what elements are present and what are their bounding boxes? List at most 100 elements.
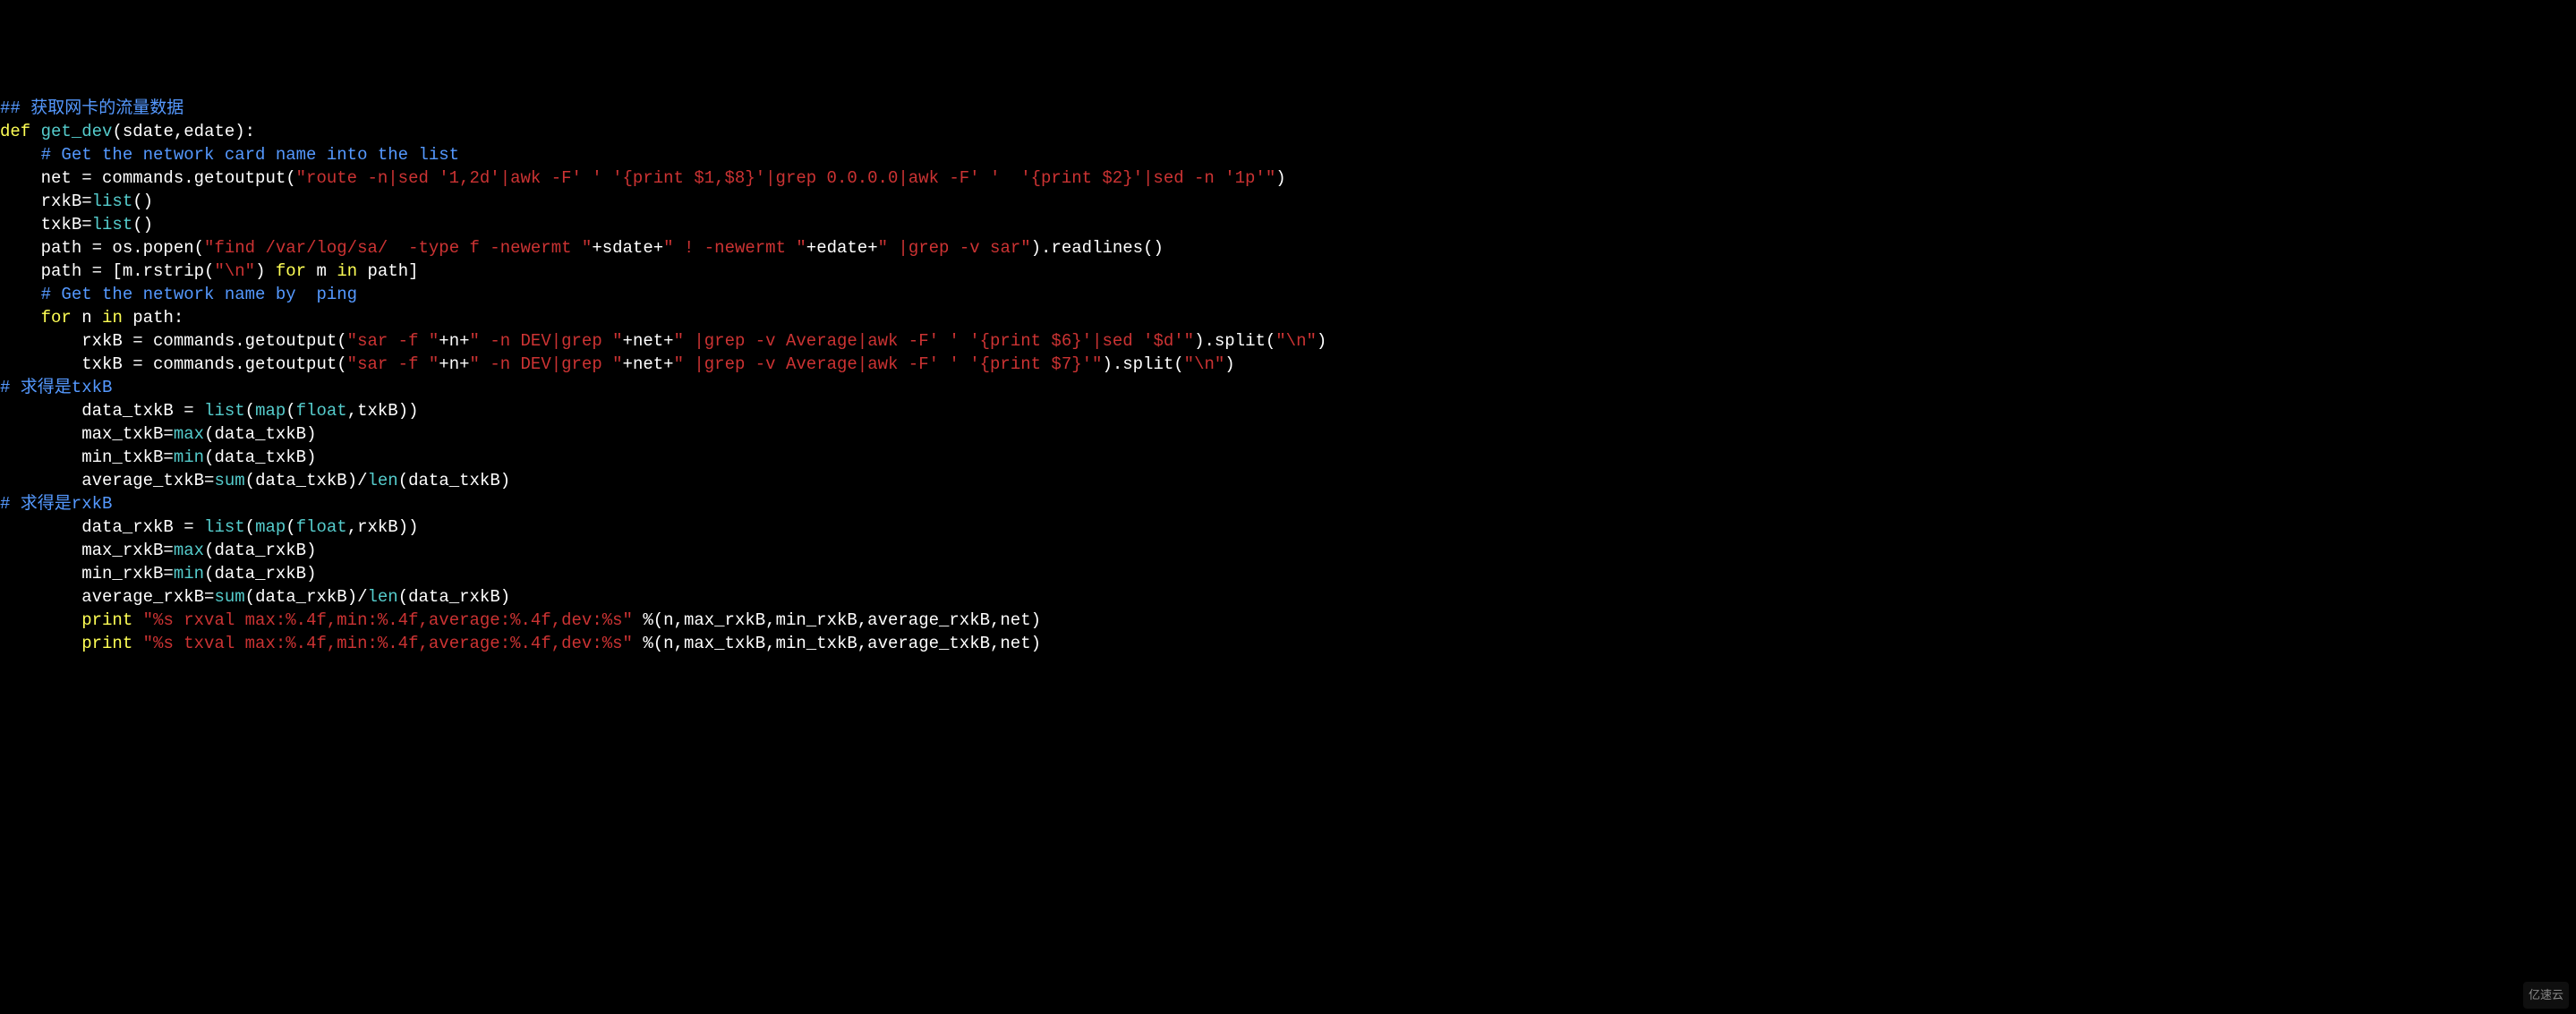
code-line: # Get the network card name into the lis… — [0, 143, 2576, 166]
code-token: ) — [255, 261, 276, 281]
code-token: "\n" — [1275, 331, 1317, 351]
code-token: ## 获取网卡的流量数据 — [0, 98, 183, 118]
indent — [0, 331, 81, 351]
code-token: map — [255, 401, 286, 421]
code-token: path = [m.rstrip( — [41, 261, 215, 281]
code-line: def get_dev(sdate,edate): — [0, 120, 2576, 143]
indent — [0, 308, 41, 328]
code-token: sum — [214, 471, 244, 490]
code-token: (data_txkB) — [398, 471, 510, 490]
code-token: net = commands.getoutput( — [41, 168, 296, 188]
code-token: max — [174, 424, 204, 444]
code-token: float — [296, 517, 347, 537]
code-token: "sar -f " — [347, 331, 439, 351]
code-token: ) — [1275, 168, 1285, 188]
code-token — [132, 610, 142, 630]
code-token: max — [174, 541, 204, 560]
code-token: data_rxkB = — [81, 517, 204, 537]
code-token: ( — [286, 517, 295, 537]
indent — [0, 517, 81, 537]
code-token: %(n,max_rxkB,min_rxkB,average_rxkB,net) — [633, 610, 1041, 630]
code-token: ,txkB)) — [347, 401, 419, 421]
code-token: # 求得是txkB — [0, 378, 112, 397]
code-token: "sar -f " — [347, 354, 439, 374]
code-token: ( — [286, 401, 295, 421]
code-token: print — [81, 610, 132, 630]
code-token: "%s rxval max:%.4f,min:%.4f,average:%.4f… — [143, 610, 633, 630]
code-token: max_rxkB= — [81, 541, 174, 560]
code-token: " |grep -v Average|awk -F' ' '{print $7}… — [674, 354, 1103, 374]
code-token: in — [102, 308, 123, 328]
code-token: rxkB= — [41, 192, 92, 211]
code-line: # 求得是txkB — [0, 376, 2576, 399]
code-token — [132, 634, 142, 653]
code-token: (data_txkB) — [204, 447, 316, 467]
code-line: ## 获取网卡的流量数据 — [0, 97, 2576, 120]
code-line: print "%s rxval max:%.4f,min:%.4f,averag… — [0, 609, 2576, 632]
code-token: "\n" — [1184, 354, 1225, 374]
code-token: %(n,max_txkB,min_txkB,average_txkB,net) — [633, 634, 1041, 653]
indent — [0, 587, 81, 607]
indent — [0, 447, 81, 467]
code-block: ## 获取网卡的流量数据def get_dev(sdate,edate): # … — [0, 93, 2576, 659]
code-token: (data_rxkB) — [204, 564, 316, 584]
code-line: path = os.popen("find /var/log/sa/ -type… — [0, 236, 2576, 260]
code-token: (sdate,edate): — [112, 122, 255, 141]
code-token: (data_txkB)/ — [245, 471, 368, 490]
code-token: min_txkB= — [81, 447, 174, 467]
code-token: "%s txval max:%.4f,min:%.4f,average:%.4f… — [143, 634, 633, 653]
code-line: for n in path: — [0, 306, 2576, 329]
code-token: +n+ — [439, 331, 469, 351]
code-token: float — [296, 401, 347, 421]
code-token: map — [255, 517, 286, 537]
code-line: average_txkB=sum(data_txkB)/len(data_txk… — [0, 469, 2576, 492]
watermark-badge: 亿速云 — [2523, 982, 2569, 1009]
code-token: data_txkB = — [81, 401, 204, 421]
indent — [0, 354, 81, 374]
code-token: len — [368, 587, 398, 607]
code-line: # Get the network name by ping — [0, 283, 2576, 306]
code-token: +net+ — [623, 354, 674, 374]
code-token: +edate+ — [806, 238, 878, 258]
code-line: net = commands.getoutput("route -n|sed '… — [0, 166, 2576, 190]
code-line: rxkB = commands.getoutput("sar -f "+n+" … — [0, 329, 2576, 353]
code-line: data_txkB = list(map(float,txkB)) — [0, 399, 2576, 422]
code-token: +net+ — [623, 331, 674, 351]
code-token: def — [0, 122, 30, 141]
code-token: (data_rxkB) — [398, 587, 510, 607]
code-token: "route -n|sed '1,2d'|awk -F' ' '{print $… — [296, 168, 1276, 188]
code-token: print — [81, 634, 132, 653]
code-token: ,rxkB)) — [347, 517, 419, 537]
code-token: (data_txkB) — [204, 424, 316, 444]
code-token: len — [368, 471, 398, 490]
code-token: path = os.popen( — [41, 238, 204, 258]
code-line: average_rxkB=sum(data_rxkB)/len(data_rxk… — [0, 585, 2576, 609]
code-token: average_txkB= — [81, 471, 214, 490]
code-token: () — [132, 215, 153, 234]
code-token: ).split( — [1102, 354, 1183, 374]
indent — [0, 634, 81, 653]
code-token: average_rxkB= — [81, 587, 214, 607]
indent — [0, 238, 41, 258]
code-token: (data_rxkB) — [204, 541, 316, 560]
indent — [0, 471, 81, 490]
code-token: path: — [123, 308, 183, 328]
code-line: txkB=list() — [0, 213, 2576, 236]
code-token: " -n DEV|grep " — [470, 331, 623, 351]
indent — [0, 168, 41, 188]
code-token: ) — [1317, 331, 1326, 351]
code-line: max_rxkB=max(data_rxkB) — [0, 539, 2576, 562]
indent — [0, 192, 41, 211]
code-line: txkB = commands.getoutput("sar -f "+n+" … — [0, 353, 2576, 376]
code-token: ) — [1224, 354, 1234, 374]
indent — [0, 285, 41, 304]
code-token: ( — [245, 517, 255, 537]
code-line: print "%s txval max:%.4f,min:%.4f,averag… — [0, 632, 2576, 655]
code-line: min_txkB=min(data_txkB) — [0, 446, 2576, 469]
code-token: rxkB = commands.getoutput( — [81, 331, 346, 351]
code-line: path = [m.rstrip("\n") for m in path] — [0, 260, 2576, 283]
indent — [0, 564, 81, 584]
code-token: for — [41, 308, 72, 328]
code-token: list — [204, 517, 245, 537]
code-line: # 求得是rxkB — [0, 492, 2576, 516]
